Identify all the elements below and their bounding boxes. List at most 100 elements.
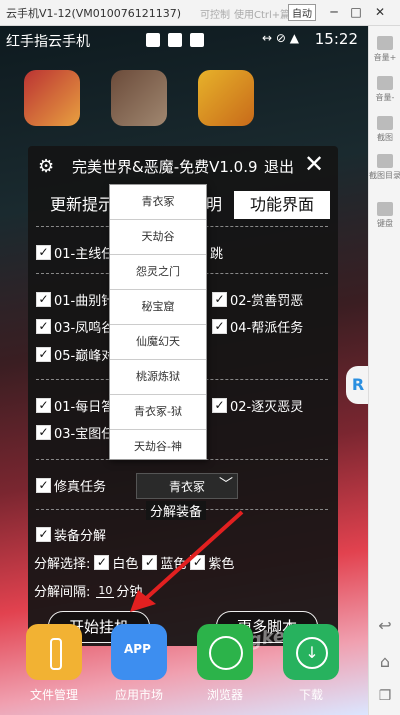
check-icon[interactable]: ✓ <box>94 555 110 570</box>
dropdown-option[interactable]: 青衣冢 <box>110 185 206 220</box>
dialog-title: 完美世界&恶魔-免费V1.0.9 <box>72 158 258 176</box>
check-icon: ✓ <box>36 245 51 260</box>
download-icon[interactable]: ↓ <box>283 624 339 680</box>
check-icon: ✓ <box>36 347 51 362</box>
volume-up-label: 音量+ <box>373 53 397 62</box>
dropdown-option[interactable]: 秘宝窟 <box>110 290 206 325</box>
option-checkbox[interactable]: ✓ 05-巅峰对 <box>36 345 114 364</box>
check-icon: ✓ <box>36 292 51 307</box>
carrier-label: 红手指云手机 <box>6 34 90 50</box>
option-label: 03-凤鸣谷 <box>54 321 115 336</box>
option-checkbox[interactable]: ✓ 01-曲别针 <box>36 290 114 309</box>
app-market-label: 应用市场 <box>114 688 163 702</box>
option-label: 01-曲别针 <box>54 294 115 309</box>
signal-icon: ↔ ⊘ ▲ <box>262 31 299 45</box>
screenshot-button[interactable]: 截图 <box>369 116 400 143</box>
option-checkbox[interactable]: ✓ 04-帮派任务 <box>212 317 303 336</box>
exit-button[interactable]: 退出 <box>264 156 294 177</box>
option-label: 01-主线任 <box>54 247 115 262</box>
equip-decompose-label: 装备分解 <box>54 529 107 544</box>
option-label: 02-赏善罚恶 <box>230 294 304 309</box>
decompose-interval-label: 分解间隔: <box>34 585 91 600</box>
check-icon: ✓ <box>36 425 51 440</box>
home-icon[interactable]: ⌂ <box>369 652 400 671</box>
check-icon: ✓ <box>36 319 51 334</box>
app-market-icon[interactable]: APP <box>111 624 167 680</box>
dropdown-option[interactable]: 天劫谷 <box>110 220 206 255</box>
screenshot-folder-button[interactable]: 截图目录 <box>369 154 400 181</box>
option-label: 01-每日答 <box>54 400 115 415</box>
status-bar: 红手指云手机 ↔ ⊘ ▲ 15:22 <box>0 26 368 54</box>
volume-down-label: 音量- <box>375 93 395 102</box>
dungeon-dropdown-list: 青衣冢 天劫谷 怨灵之门 秘宝窟 仙魔幻天 桃源炼狱 青衣冢-狱 天劫谷-神 <box>109 184 207 460</box>
option-label: 03-宝图任 <box>54 427 115 442</box>
check-icon: ✓ <box>212 398 227 413</box>
tab-info[interactable]: 明 <box>204 191 224 219</box>
option-checkbox[interactable]: ✓ 02-赏善罚恶 <box>212 290 303 309</box>
game-app-icon[interactable] <box>111 70 167 126</box>
volume-down-button[interactable]: 音量- <box>369 76 400 103</box>
file-manager-icon[interactable] <box>26 624 82 680</box>
check-icon: ✓ <box>36 478 51 493</box>
option-checkbox[interactable]: ✓ 01-每日答 <box>36 396 114 415</box>
window-title: 云手机V1-12(VM010076121137) <box>6 7 182 20</box>
cultivation-label: 修真任务 <box>54 480 107 495</box>
image-icon <box>377 116 393 130</box>
tab-functions[interactable]: 功能界面 <box>234 191 330 219</box>
volume-up-button[interactable]: 音量+ <box>369 36 400 63</box>
float-ball-icon[interactable]: R <box>346 366 368 404</box>
option-label: 02-逐灭恶灵 <box>230 400 304 415</box>
dropdown-option[interactable]: 青衣冢-狱 <box>110 395 206 430</box>
app-market-icon-text: APP <box>124 642 151 656</box>
browser-label: 浏览器 <box>206 688 243 702</box>
decompose-select-label: 分解选择: <box>34 557 91 572</box>
dialog-header: ⚙ 完美世界&恶魔-免费V1.0.9 退出 ✕ <box>28 146 338 186</box>
check-icon: ✓ <box>212 319 227 334</box>
keyboard-icon <box>377 202 393 216</box>
close-button[interactable]: ✕ <box>372 4 388 20</box>
chevron-down-icon: ﹀ <box>219 477 233 493</box>
check-icon: ✓ <box>36 398 51 413</box>
dungeon-select-value: 青衣冢 <box>169 480 206 494</box>
control-hint[interactable]: 可控制 <box>200 6 230 21</box>
screenshot-label: 截图 <box>377 133 393 142</box>
minimize-button[interactable]: ─ <box>326 4 342 20</box>
control-panel: 音量+ 音量- 截图 截图目录 键盘 ↩ ⌂ ❐ <box>368 26 400 715</box>
option-checkbox[interactable]: ✓ 03-宝图任 <box>36 423 114 442</box>
option-checkbox[interactable]: ✓ 02-逐灭恶灵 <box>212 396 303 415</box>
option-checkbox[interactable]: ✓ 03-凤鸣谷 <box>36 317 114 336</box>
interval-input[interactable]: 10 <box>96 584 115 598</box>
dungeon-select[interactable]: 青衣冢 ﹀ <box>136 473 238 499</box>
dropdown-option[interactable]: 桃源炼狱 <box>110 360 206 395</box>
phone-screen: 红手指云手机 ↔ ⊘ ▲ 15:22 R ⚙ 完美世界&恶魔-免费V1.0.9 … <box>0 26 368 715</box>
folder-icon <box>377 154 393 168</box>
cultivation-checkbox[interactable]: ✓ 修真任务 <box>36 476 106 495</box>
notification-icon <box>190 33 204 47</box>
keyboard-button[interactable]: 键盘 <box>369 202 400 229</box>
notification-icon <box>168 33 182 47</box>
browser-icon[interactable] <box>197 624 253 680</box>
speaker-icon <box>377 36 393 50</box>
restore-button[interactable]: □ <box>348 4 364 20</box>
dropdown-option[interactable]: 天劫谷-神 <box>110 430 206 464</box>
notification-icon <box>146 33 160 47</box>
clock: 15:22 <box>314 30 358 48</box>
dropdown-option[interactable]: 仙魔幻天 <box>110 325 206 360</box>
back-icon[interactable]: ↩ <box>369 616 400 635</box>
game-app-icon[interactable] <box>198 70 254 126</box>
screenshot-folder-label: 截图目录 <box>369 171 400 180</box>
recents-icon[interactable]: ❐ <box>369 688 400 704</box>
option-label: 04-帮派任务 <box>230 321 304 336</box>
close-icon[interactable]: ✕ <box>304 151 324 177</box>
dropdown-option[interactable]: 怨灵之门 <box>110 255 206 290</box>
option-label: 05-巅峰对 <box>54 349 115 364</box>
game-app-icon[interactable] <box>24 70 80 126</box>
gear-icon[interactable]: ⚙ <box>38 156 54 177</box>
check-icon: ✓ <box>36 527 51 542</box>
paste-hint: 使用Ctrl+篇 <box>234 10 291 21</box>
check-icon: ✓ <box>212 292 227 307</box>
equip-decompose-checkbox[interactable]: ✓ 装备分解 <box>36 525 106 544</box>
annotation-arrow-icon <box>130 510 244 612</box>
auto-button[interactable]: 自动 <box>288 4 316 21</box>
option-checkbox[interactable]: ✓ 01-主线任 <box>36 243 114 262</box>
